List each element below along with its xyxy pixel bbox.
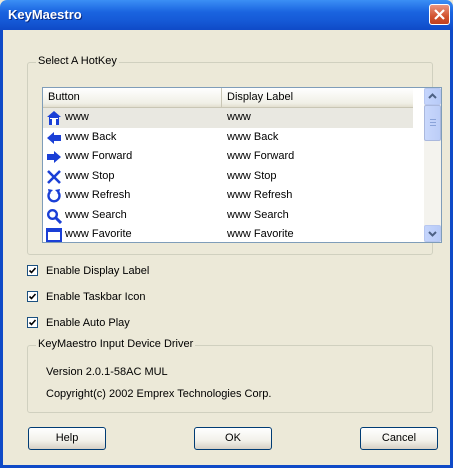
checkmark-icon [28,319,37,326]
hotkey-list[interactable]: Button Display Label www www www Back ww… [42,87,442,243]
driver-groupbox: KeyMaestro Input Device Driver Version 2… [27,338,433,413]
cancel-button[interactable]: Cancel [360,427,438,450]
search-magnifier-icon [46,208,62,224]
close-button[interactable] [429,4,450,25]
list-row-www-search[interactable]: www Search www Search [43,206,413,226]
forward-arrow-icon [47,151,61,163]
list-header: Button Display Label [43,88,413,108]
stop-x-icon [47,169,61,184]
refresh-icon [47,189,61,203]
list-row-www-stop[interactable]: www Stop www Stop [43,167,413,187]
row-display-label: www [227,111,251,123]
row-button-name: www [65,111,89,123]
chevron-down-icon [428,231,437,237]
checkmark-icon [28,293,37,300]
driver-version: Version 2.0.1-58AC MUL [46,366,168,378]
thumb-grip-line [430,125,436,126]
list-row-www-forward[interactable]: www Forward www Forward [43,147,413,167]
chevron-up-icon [428,93,437,99]
driver-copyright: Copyright(c) 2002 Emprex Technologies Co… [46,388,272,400]
column-header-display-label[interactable]: Display Label [222,88,413,107]
row-display-label: www Favorite [227,228,294,240]
thumb-grip-line [430,122,436,123]
thumb-grip-line [430,119,436,120]
row-button-name: www Stop [65,169,115,182]
enable-auto-play-text: Enable Auto Play [46,317,130,329]
checkmark-icon [28,267,37,274]
row-display-label: www Search [227,208,289,221]
scroll-down-button[interactable] [424,225,441,242]
title-bar[interactable]: KeyMaestro [0,0,453,30]
window-title: KeyMaestro [8,7,82,22]
row-display-label: www Back [227,130,279,143]
ok-button[interactable]: OK [194,427,272,450]
close-icon [434,9,445,20]
scroll-thumb[interactable] [424,105,441,141]
row-button-name: www Forward [65,150,133,162]
column-header-button[interactable]: Button [43,88,222,107]
scroll-up-button[interactable] [424,88,441,105]
list-row-www[interactable]: www www [43,108,413,128]
row-button-name: www Refresh [65,189,131,201]
enable-auto-play-checkbox[interactable] [27,317,38,328]
row-display-label: www Stop [227,169,277,182]
enable-taskbar-icon-text: Enable Taskbar Icon [46,291,146,303]
enable-taskbar-icon-checkbox[interactable] [27,291,38,302]
favorites-icon [46,228,62,242]
enable-display-label-checkbox[interactable] [27,265,38,276]
list-row-www-favorite[interactable]: www Favorite www Favorite [43,225,413,242]
list-vertical-scrollbar[interactable] [424,88,441,242]
driver-group-title: KeyMaestro Input Device Driver [36,338,196,350]
home-icon [47,111,61,125]
row-button-name: www Back [65,130,117,143]
list-row-www-back[interactable]: www Back www Back [43,128,413,148]
back-arrow-icon [47,131,61,144]
row-button-name: www Favorite [65,228,132,240]
row-display-label: www Forward [227,150,295,162]
help-button[interactable]: Help [28,427,106,450]
hotkey-group-title: Select A HotKey [36,55,119,67]
enable-display-label-text: Enable Display Label [46,265,150,277]
row-button-name: www Search [65,208,127,221]
list-row-www-refresh[interactable]: www Refresh www Refresh [43,186,413,206]
row-display-label: www Refresh [227,189,293,201]
